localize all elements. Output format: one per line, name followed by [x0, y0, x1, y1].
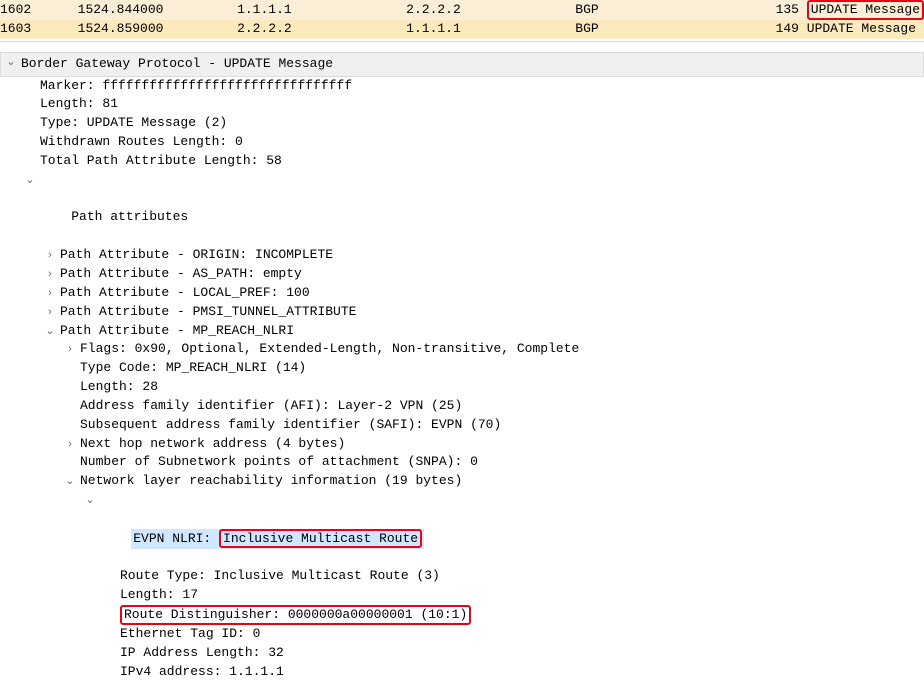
- pa-mpreach[interactable]: ⌄Path Attribute - MP_REACH_NLRI: [40, 322, 924, 341]
- pa-origin[interactable]: ›Path Attribute - ORIGIN: INCOMPLETE: [40, 246, 924, 265]
- cell-info: UPDATE Message: [799, 0, 924, 20]
- chevron-right-icon[interactable]: ›: [44, 305, 56, 321]
- field-marker[interactable]: Marker: ffffffffffffffffffffffffffffffff: [20, 77, 924, 96]
- cell-proto: BGP: [575, 0, 763, 20]
- evpn-nlri-highlight: Inclusive Multicast Route: [219, 529, 422, 549]
- evpn-iplen[interactable]: IP Address Length: 32: [100, 644, 924, 663]
- mp-length[interactable]: Length: 28: [60, 378, 924, 397]
- pa-localpref[interactable]: ›Path Attribute - LOCAL_PREF: 100: [40, 284, 924, 303]
- cell-no: 1603: [0, 20, 78, 39]
- field-withdrawn[interactable]: Withdrawn Routes Length: 0: [20, 133, 924, 152]
- evpn-nlri-prefix: EVPN NLRI:: [133, 531, 219, 546]
- mp-typecode[interactable]: Type Code: MP_REACH_NLRI (14): [60, 359, 924, 378]
- packet-list[interactable]: 1602 1524.844000 1.1.1.1 2.2.2.2 BGP 135…: [0, 0, 924, 39]
- chevron-down-icon[interactable]: ⌄: [64, 474, 76, 490]
- cell-src: 2.2.2.2: [237, 20, 406, 39]
- mp-snpa[interactable]: Number of Subnetwork points of attachmen…: [60, 453, 924, 472]
- pa-pmsi[interactable]: ›Path Attribute - PMSI_TUNNEL_ATTRIBUTE: [40, 303, 924, 322]
- info-highlight: UPDATE Message: [807, 0, 924, 20]
- field-length[interactable]: Length: 81: [20, 95, 924, 114]
- path-attributes[interactable]: ⌄ Path attributes: [20, 171, 924, 246]
- chevron-right-icon[interactable]: ›: [64, 342, 76, 358]
- cell-src: 1.1.1.1: [237, 0, 406, 20]
- cell-time: 1524.859000: [78, 20, 237, 39]
- bgp-header-label: Border Gateway Protocol - UPDATE Message: [21, 56, 333, 71]
- evpn-nlri[interactable]: ⌄ EVPN NLRI: Inclusive Multicast Route: [80, 491, 924, 567]
- mp-nexthop[interactable]: ›Next hop network address (4 bytes): [60, 435, 924, 454]
- chevron-right-icon[interactable]: ›: [64, 437, 76, 453]
- cell-time: 1524.844000: [78, 0, 237, 20]
- cell-dst: 1.1.1.1: [406, 20, 575, 39]
- cell-info: UPDATE Message: [799, 20, 924, 39]
- pa-aspath[interactable]: ›Path Attribute - AS_PATH: empty: [40, 265, 924, 284]
- packet-row[interactable]: 1602 1524.844000 1.1.1.1 2.2.2.2 BGP 135…: [0, 0, 924, 20]
- cell-dst: 2.2.2.2: [406, 0, 575, 20]
- evpn-rd[interactable]: Route Distinguisher: 0000000a00000001 (1…: [100, 605, 924, 625]
- bgp-header[interactable]: ⌄ Border Gateway Protocol - UPDATE Messa…: [0, 52, 924, 77]
- mp-nlri[interactable]: ⌄Network layer reachability information …: [60, 472, 924, 491]
- evpn-length[interactable]: Length: 17: [100, 586, 924, 605]
- rd-highlight: Route Distinguisher: 0000000a00000001 (1…: [120, 605, 471, 625]
- chevron-down-icon[interactable]: ⌄: [24, 173, 36, 189]
- field-type[interactable]: Type: UPDATE Message (2): [20, 114, 924, 133]
- mp-safi[interactable]: Subsequent address family identifier (SA…: [60, 416, 924, 435]
- chevron-down-icon[interactable]: ⌄: [44, 324, 56, 340]
- mp-flags[interactable]: ›Flags: 0x90, Optional, Extended-Length,…: [60, 340, 924, 359]
- cell-no: 1602: [0, 0, 78, 20]
- chevron-down-icon[interactable]: ⌄: [84, 493, 96, 509]
- evpn-routetype[interactable]: Route Type: Inclusive Multicast Route (3…: [100, 567, 924, 586]
- evpn-etag[interactable]: Ethernet Tag ID: 0: [100, 625, 924, 644]
- evpn-ipv4[interactable]: IPv4 address: 1.1.1.1: [100, 663, 924, 682]
- mp-afi[interactable]: Address family identifier (AFI): Layer-2…: [60, 397, 924, 416]
- cell-len: 135: [763, 0, 799, 20]
- chevron-right-icon[interactable]: ›: [44, 248, 56, 264]
- chevron-right-icon[interactable]: ›: [44, 286, 56, 302]
- chevron-right-icon[interactable]: ›: [44, 267, 56, 283]
- cell-len: 149: [763, 20, 799, 39]
- chevron-down-icon[interactable]: ⌄: [5, 55, 17, 71]
- packet-details-pane[interactable]: ⌄ Border Gateway Protocol - UPDATE Messa…: [0, 41, 924, 682]
- packet-row[interactable]: 1603 1524.859000 2.2.2.2 1.1.1.1 BGP 149…: [0, 20, 924, 39]
- field-tpal[interactable]: Total Path Attribute Length: 58: [20, 152, 924, 171]
- cell-proto: BGP: [575, 20, 763, 39]
